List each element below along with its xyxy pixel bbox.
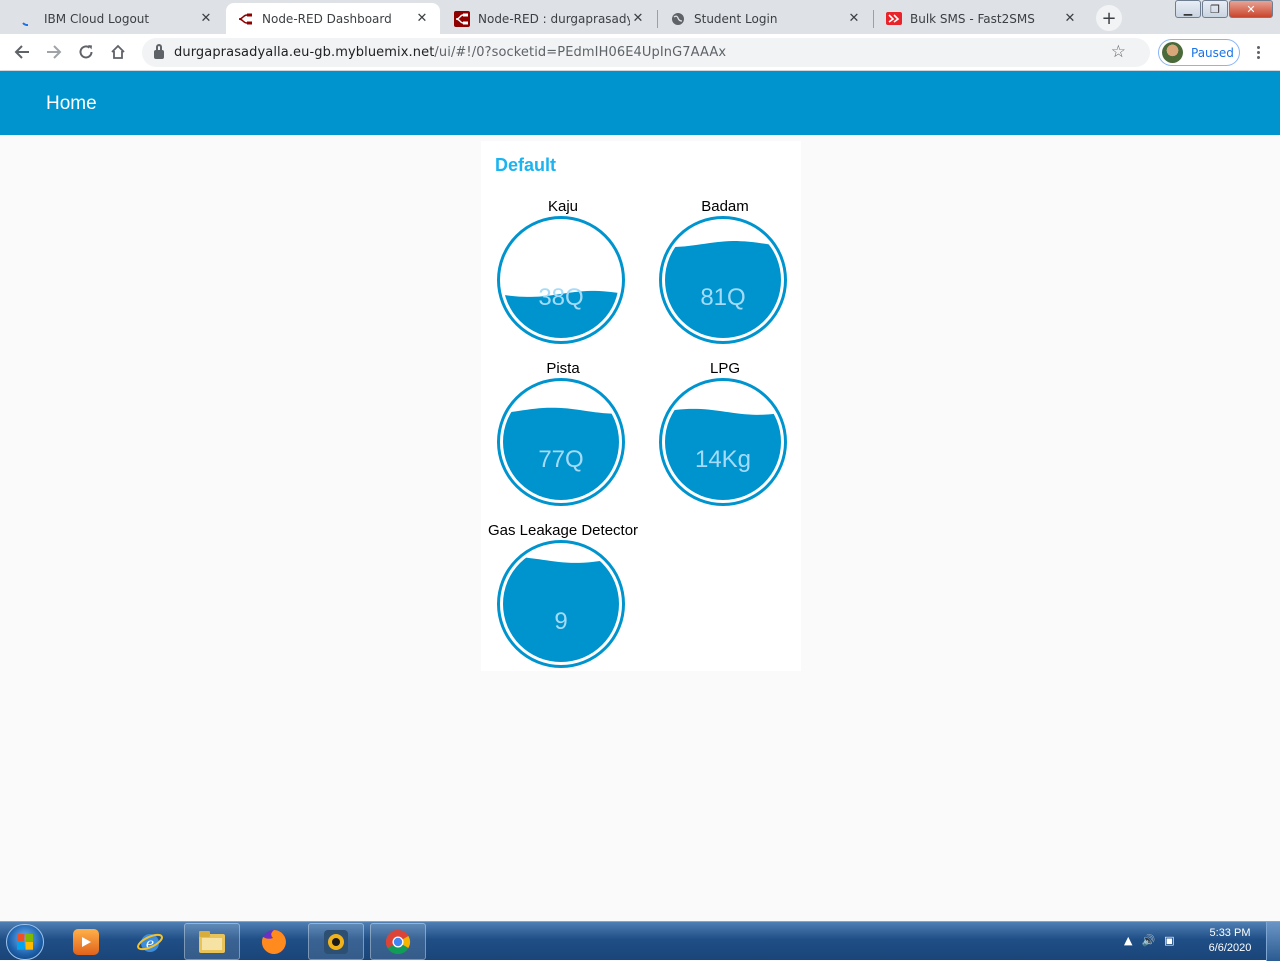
show-hidden-icons-icon[interactable]: ▲: [1124, 934, 1132, 947]
windows-logo-icon: [17, 934, 33, 950]
gauge-circle: 38Q: [497, 216, 625, 344]
tab-ibm-cloud-logout[interactable]: IBM Cloud Logout ✕: [8, 3, 224, 34]
clock-time: 5:33 PM: [1209, 927, 1251, 939]
lock-icon[interactable]: [154, 44, 164, 59]
liquid-gauge: Gas Leakage Detector 9: [483, 522, 643, 684]
window-close-button[interactable]: ✕: [1229, 0, 1273, 18]
gauge-value: 81Q: [700, 284, 745, 311]
more-menu-icon[interactable]: [1250, 40, 1266, 64]
gauge-label: Kaju: [547, 198, 579, 215]
node-red-icon: [238, 11, 254, 27]
bookmark-star-icon[interactable]: ☆: [1111, 42, 1126, 62]
fast2sms-icon: [886, 11, 902, 27]
dashboard-toolbar: Home: [0, 71, 1280, 135]
close-icon[interactable]: ✕: [198, 11, 214, 26]
group-title: Default: [495, 155, 557, 175]
internet-explorer-icon[interactable]: e: [122, 923, 178, 960]
close-icon[interactable]: ✕: [846, 11, 862, 26]
tab-bulk-sms[interactable]: Bulk SMS - Fast2SMS ✕: [874, 3, 1088, 34]
gauge-value: 9: [554, 608, 567, 635]
tab-title: Node-RED Dashboard: [262, 11, 392, 26]
gauge-label: Gas Leakage Detector: [487, 522, 639, 539]
page-title: Home: [46, 93, 97, 114]
address-bar[interactable]: durgaprasadyalla.eu-gb.mybluemix.net/ui/…: [142, 38, 1150, 67]
volume-icon[interactable]: 🔊: [1141, 934, 1155, 947]
profile-status: Paused: [1191, 45, 1234, 60]
start-button[interactable]: [6, 924, 44, 960]
liquid-gauge: Pista 77Q: [483, 360, 643, 522]
gauge-circle: 9: [497, 540, 625, 668]
group-card-default: Default Kaju 38Q Badam 81Q Pista 77Q LPG 14Kg Ga…: [481, 141, 801, 671]
browser-tab-strip: IBM Cloud Logout ✕ Node-RED Dashboard ✕ …: [0, 0, 1280, 34]
gauge-circle: 81Q: [659, 216, 787, 344]
forward-arrow-icon[interactable]: [42, 40, 66, 64]
tab-node-red-editor[interactable]: Node-RED : durgaprasadyalla ✕: [442, 3, 656, 34]
gauge-label: LPG: [709, 360, 740, 377]
tab-title: IBM Cloud Logout: [44, 11, 150, 26]
url-path: /ui/#!/0?socketid=PEdmIH06E4UpInG7AAAx: [434, 45, 727, 60]
home-icon[interactable]: [106, 40, 130, 64]
window-controls: ▁ ❐ ✕: [1175, 0, 1274, 20]
node-red-icon: [454, 10, 470, 27]
url-host: durgaprasadyalla.eu-gb.mybluemix.net: [174, 45, 435, 60]
gauge-value: 14Kg: [695, 446, 751, 473]
dashboard-content: Default Kaju 38Q Badam 81Q Pista 77Q LPG 14Kg Ga…: [0, 135, 1280, 921]
tab-node-red-dashboard[interactable]: Node-RED Dashboard ✕: [226, 3, 440, 34]
gauge-circle: 77Q: [497, 378, 625, 506]
tab-title: Student Login: [694, 11, 778, 26]
liquid-gauge: LPG 14Kg: [645, 360, 805, 522]
liquid-gauge: Badam 81Q: [645, 198, 805, 360]
gauge-label: Pista: [546, 360, 580, 377]
minimize-button[interactable]: ▁: [1175, 0, 1201, 18]
media-center-icon[interactable]: [308, 923, 364, 960]
gauge-value: 77Q: [538, 446, 583, 473]
profile-button[interactable]: Paused: [1158, 39, 1240, 66]
tab-title: Bulk SMS - Fast2SMS: [910, 11, 1035, 26]
avatar: [1162, 42, 1183, 63]
browser-toolbar: durgaprasadyalla.eu-gb.mybluemix.net/ui/…: [0, 34, 1280, 71]
url-text[interactable]: durgaprasadyalla.eu-gb.mybluemix.net/ui/…: [174, 45, 726, 60]
back-arrow-icon[interactable]: [10, 40, 34, 64]
firefox-icon[interactable]: [246, 923, 302, 960]
restore-button[interactable]: ❐: [1202, 0, 1228, 18]
gauge-circle: 14Kg: [659, 378, 787, 506]
globe-icon: [670, 11, 686, 27]
media-player-icon[interactable]: [58, 923, 114, 960]
show-desktop-button[interactable]: [1266, 922, 1280, 961]
tab-title: Node-RED : durgaprasadyalla: [478, 11, 630, 26]
reload-icon[interactable]: [74, 40, 98, 64]
gauge-label: Badam: [701, 198, 749, 215]
new-tab-button[interactable]: +: [1096, 5, 1122, 31]
liquid-gauge: Kaju 38Q: [483, 198, 643, 360]
gauge-value: 38Q: [538, 284, 583, 311]
network-icon[interactable]: ▣: [1164, 934, 1174, 947]
windows-taskbar: e ▲ 🔊 ▣ 5:33 PM 6/6/2020: [0, 921, 1280, 961]
taskbar-clock[interactable]: 5:33 PM 6/6/2020: [1198, 926, 1262, 956]
close-icon[interactable]: ✕: [1062, 11, 1078, 26]
clock-date: 6/6/2020: [1208, 942, 1252, 954]
close-icon[interactable]: ✕: [630, 11, 646, 26]
tab-student-login[interactable]: Student Login ✕: [658, 3, 872, 34]
chrome-icon[interactable]: [370, 923, 426, 960]
system-tray: ▲ 🔊 ▣: [1124, 934, 1184, 947]
file-explorer-icon[interactable]: [184, 923, 240, 960]
close-icon[interactable]: ✕: [414, 11, 430, 26]
loading-spinner-icon: [20, 11, 36, 27]
